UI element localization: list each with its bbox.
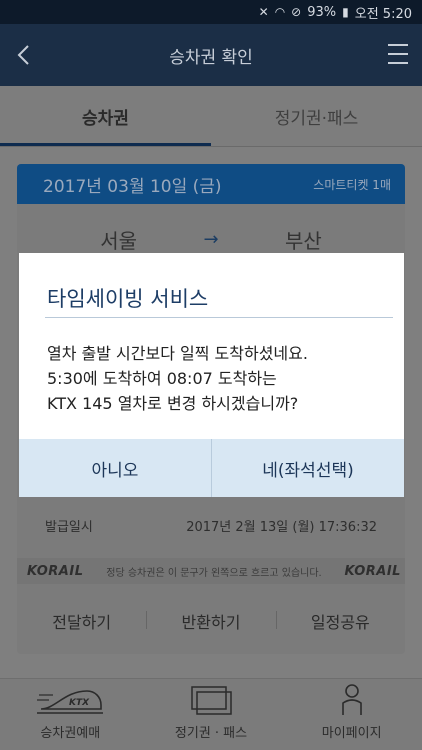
chevron-left-icon <box>17 45 29 65</box>
nav-label-mypage: 마이페이지 <box>321 726 382 741</box>
issue-label: 발급일시 <box>45 519 93 535</box>
menu-icon <box>388 44 408 46</box>
person-icon <box>338 682 366 718</box>
time-saving-dialog: 타임세이빙 서비스 열차 출발 시간보다 일찍 도착하셨네요. 5:30에 도착… <box>19 253 404 497</box>
ticket-kind: 스마트티켓 1매 <box>313 177 391 192</box>
menu-icon-bar <box>388 62 408 64</box>
dialog-buttons: 아니오 네(좌석선택) <box>19 439 404 497</box>
korail-logo: KORAIL <box>344 563 401 579</box>
back-button[interactable] <box>12 42 38 68</box>
korail-logo: KORAIL <box>27 563 84 579</box>
nav-item-mypage[interactable]: 마이페이지 <box>281 679 422 750</box>
tab-ticket[interactable]: 승차권 <box>0 86 211 146</box>
bottom-nav: KTX 승차권예매 정기권 · 패스 마이페이지 <box>0 678 422 750</box>
nav-label-reservation: 승차권예매 <box>40 726 101 741</box>
battery-percent: 93% <box>307 4 337 20</box>
share-schedule-button[interactable]: 일정공유 <box>275 609 405 633</box>
ticket-tabs: 승차권 정기권·패스 <box>0 86 422 146</box>
svg-text:KTX: KTX <box>69 698 90 708</box>
wifi-icon: ◠ <box>274 5 286 19</box>
tab-divider <box>0 146 422 147</box>
arrival-station: 부산 <box>284 228 322 253</box>
tab-season-pass[interactable]: 정기권·패스 <box>211 86 422 146</box>
menu-icon-bar <box>388 53 408 55</box>
ktx-train-icon: KTX <box>35 682 105 718</box>
nav-item-season-pass[interactable]: 정기권 · 패스 <box>141 679 282 750</box>
battery-icon: ▮ <box>342 5 349 19</box>
refund-button[interactable]: 반환하기 <box>146 609 275 633</box>
travel-date: 2017년 03월 10일 (금) <box>43 176 222 197</box>
dialog-message-line: KTX 145 열차로 변경 하시겠습니까? <box>47 394 299 413</box>
no-button[interactable]: 아니오 <box>19 439 211 497</box>
status-bar: ✕ ◠ ⊘ 93% ▮ 오전 5:20 <box>0 0 422 24</box>
issue-row: 발급일시 2017년 2월 13일 (월) 17:36:32 <box>17 510 405 540</box>
departure-station: 서울 <box>100 228 138 253</box>
dialog-message-line: 열차 출발 시간보다 일찍 도착하셨네요. <box>47 344 308 363</box>
page-title: 승차권 확인 <box>169 47 253 68</box>
clock: 오전 5:20 <box>354 6 412 22</box>
ticket-actions: 전달하기 반환하기 일정공유 <box>17 596 405 646</box>
pass-cards-icon <box>188 682 234 718</box>
transfer-button[interactable]: 전달하기 <box>17 609 146 633</box>
issue-value: 2017년 2월 13일 (월) 17:36:32 <box>186 519 377 535</box>
menu-button[interactable] <box>388 44 408 64</box>
dialog-title: 타임세이빙 서비스 <box>47 287 209 311</box>
mute-icon: ✕ <box>258 5 269 19</box>
dialog-message: 열차 출발 시간보다 일찍 도착하셨네요. 5:30에 도착하여 08:07 도… <box>47 341 392 416</box>
nav-item-reservation[interactable]: KTX 승차권예매 <box>0 679 141 750</box>
yes-select-seat-button[interactable]: 네(좌석선택) <box>211 439 404 497</box>
nav-label-season-pass: 정기권 · 패스 <box>174 726 248 741</box>
dialog-message-line: 5:30에 도착하여 08:07 도착하는 <box>47 369 277 388</box>
arrow-right-icon: → <box>203 228 219 250</box>
no-disturb-icon: ⊘ <box>291 5 302 19</box>
ticket-header: 2017년 03월 10일 (금) 스마트티켓 1매 <box>17 164 405 204</box>
validity-strip: KORAIL 정당 승차권은 이 문구가 왼쪽으로 흐르고 있습니다. KORA… <box>17 558 405 584</box>
dialog-divider <box>45 317 393 318</box>
app-header: 승차권 확인 <box>0 24 422 86</box>
validity-notice: 정당 승차권은 이 문구가 왼쪽으로 흐르고 있습니다. <box>106 567 322 579</box>
